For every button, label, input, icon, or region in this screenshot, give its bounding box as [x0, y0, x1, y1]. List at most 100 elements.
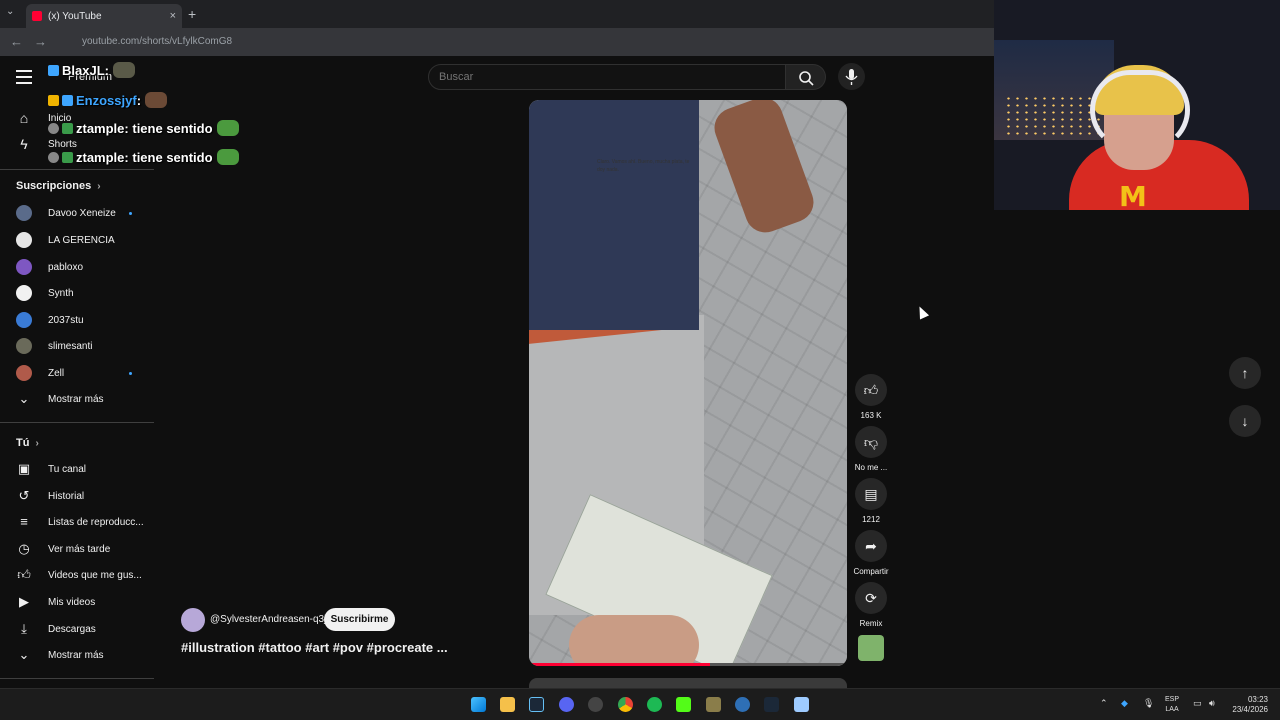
short-video-player[interactable]: Claro. Vamos ahí. Bueno, mucha plata, te…: [529, 100, 847, 666]
chevron-right-icon: ›: [35, 437, 39, 449]
remix-icon: ⟳: [855, 582, 887, 614]
url-text[interactable]: youtube.com/shorts/vLfylkComG8: [82, 36, 232, 47]
sidebar-item-label: Tu canal: [48, 463, 86, 475]
chat-username: ztample: [76, 121, 125, 136]
menu-icon[interactable]: [16, 70, 32, 84]
sidebar-item-watch-later[interactable]: ◷ Ver más tarde: [0, 536, 150, 562]
app-icon[interactable]: [706, 697, 721, 712]
you-title: Tú: [16, 437, 30, 449]
sound-thumbnail[interactable]: [858, 635, 884, 661]
sidebar-item-playlists[interactable]: ≡ Listas de reproducc...: [0, 509, 150, 535]
sidebar-item-my-videos[interactable]: ▶ Mis videos: [0, 589, 150, 615]
emote-icon: [145, 92, 168, 108]
previous-short-button[interactable]: ↑: [1229, 357, 1261, 389]
you-header[interactable]: Tú ›: [16, 437, 39, 449]
security-icon[interactable]: ◆: [1121, 698, 1128, 709]
app-icon[interactable]: [588, 697, 603, 712]
sidebar-item-your-channel[interactable]: ▣ Tu canal: [0, 456, 150, 482]
microphone-icon: [845, 69, 858, 85]
dislike-button[interactable]: 👎︎ No me ...: [855, 426, 887, 472]
microphone-icon[interactable]: 🎙︎: [1143, 698, 1154, 709]
system-clock[interactable]: 03:23 23/4/2026: [1228, 695, 1268, 715]
chat-username: ztample: [76, 150, 125, 165]
sidebar-item-label: Mis videos: [48, 596, 96, 608]
comment-icon: ▤: [855, 478, 887, 510]
subscriptions-header[interactable]: Suscripciones ›: [16, 180, 101, 192]
steam-icon[interactable]: [764, 697, 779, 712]
kick-icon[interactable]: [676, 697, 691, 712]
remix-label: Remix: [859, 619, 883, 628]
comments-button[interactable]: ▤ 1212: [855, 478, 887, 524]
show-more-you-button[interactable]: ⌄ Mostrar más: [0, 642, 150, 668]
sidebar-item-subscription[interactable]: slimesanti: [0, 333, 150, 359]
discord-icon[interactable]: [559, 697, 574, 712]
input-language[interactable]: ESP LAA: [1165, 695, 1179, 715]
pepe-emote-icon: [216, 149, 239, 165]
volume-icon[interactable]: 🔊︎: [1209, 698, 1215, 709]
sidebar-item-subscription[interactable]: Davoo Xeneize: [0, 200, 150, 226]
sidebar-item-subscription[interactable]: 2037stu: [0, 307, 150, 333]
short-description[interactable]: #illustration #tattoo #art #pov #procrea…: [181, 640, 448, 655]
user-icon: ▣: [17, 461, 31, 476]
share-icon: ➦: [855, 530, 887, 562]
badge-icon: [48, 95, 59, 106]
search-input[interactable]: [439, 71, 769, 83]
channel-name[interactable]: @SylvesterAndreasen-q3j: [210, 614, 326, 625]
steam-icon[interactable]: [529, 697, 544, 712]
browser-tab[interactable]: (x) YouTube ×: [26, 4, 182, 28]
webcam-city-lights: [1004, 95, 1104, 135]
chevron-up-icon[interactable]: ⌃: [1100, 698, 1108, 709]
show-more-subscriptions-button[interactable]: ⌄ Mostrar más: [0, 386, 150, 412]
tab-title: (x) YouTube: [48, 10, 102, 22]
forward-arrow-icon[interactable]: →: [34, 34, 47, 49]
next-short-preview[interactable]: [529, 678, 847, 688]
spotify-icon[interactable]: [647, 697, 662, 712]
channel-avatar[interactable]: [181, 608, 205, 632]
badge-icon: [62, 95, 73, 106]
sidebar-item-history[interactable]: ↺ Historial: [0, 483, 150, 509]
arrow-up-icon: ↑: [1241, 365, 1249, 381]
chat-message: ztample: tiene sentido: [48, 149, 239, 165]
back-arrow-icon[interactable]: ←: [10, 34, 23, 49]
search-icon: [799, 71, 814, 86]
channel-avatar: [16, 285, 32, 301]
arrow-down-icon: ↓: [1241, 413, 1249, 429]
chevron-right-icon: ›: [97, 180, 101, 192]
next-short-button[interactable]: ↓: [1229, 405, 1261, 437]
search-button[interactable]: [786, 64, 826, 90]
badge-icon: [48, 152, 59, 163]
chat-text: tiene sentido: [132, 150, 213, 165]
sidebar-item-subscription[interactable]: pabloxo: [0, 254, 150, 280]
channel-avatar: [16, 232, 32, 248]
clock-date: 23/4/2026: [1232, 705, 1268, 714]
badge-icon: [62, 123, 73, 134]
tab-list-chevron-icon[interactable]: ⌄: [6, 6, 14, 17]
sidebar-item-liked-videos[interactable]: 👍︎ Videos que me gus...: [0, 562, 150, 588]
chevron-down-icon: ⌄: [18, 391, 30, 406]
share-button[interactable]: ➦ Compartir: [853, 530, 889, 576]
file-explorer-icon[interactable]: [500, 697, 515, 712]
subscribe-button[interactable]: Suscribirme: [324, 608, 395, 631]
chrome-icon[interactable]: [618, 697, 633, 712]
ccleaner-icon[interactable]: [735, 697, 750, 712]
video-frame-hand: [569, 615, 699, 666]
notepad-icon[interactable]: [794, 697, 809, 712]
browser-tab-bar: ⌄ (x) YouTube × +: [0, 0, 995, 28]
like-button[interactable]: 👍︎ 163 K: [855, 374, 887, 420]
windows-start-icon[interactable]: [471, 697, 486, 712]
search-box[interactable]: [428, 64, 786, 90]
keyboard-layout: LAA: [1165, 706, 1179, 713]
sidebar-item-label: LA GERENCIA: [48, 234, 115, 246]
sidebar-item-subscription[interactable]: LA GERENCIA: [0, 227, 150, 253]
new-tab-button[interactable]: +: [188, 6, 196, 22]
remix-button[interactable]: ⟳ Remix: [855, 582, 887, 628]
sidebar-item-subscription[interactable]: Synth: [0, 280, 150, 306]
tab-close-icon[interactable]: ×: [170, 10, 176, 22]
video-progress-bar[interactable]: [529, 663, 847, 666]
divider: [0, 169, 154, 170]
new-content-dot: [129, 211, 132, 215]
sidebar-item-subscription[interactable]: Zell: [0, 360, 150, 386]
network-icon[interactable]: ▭: [1193, 698, 1202, 709]
sidebar-item-downloads[interactable]: ⤓ Descargas: [0, 616, 150, 642]
voice-search-button[interactable]: [838, 63, 865, 90]
